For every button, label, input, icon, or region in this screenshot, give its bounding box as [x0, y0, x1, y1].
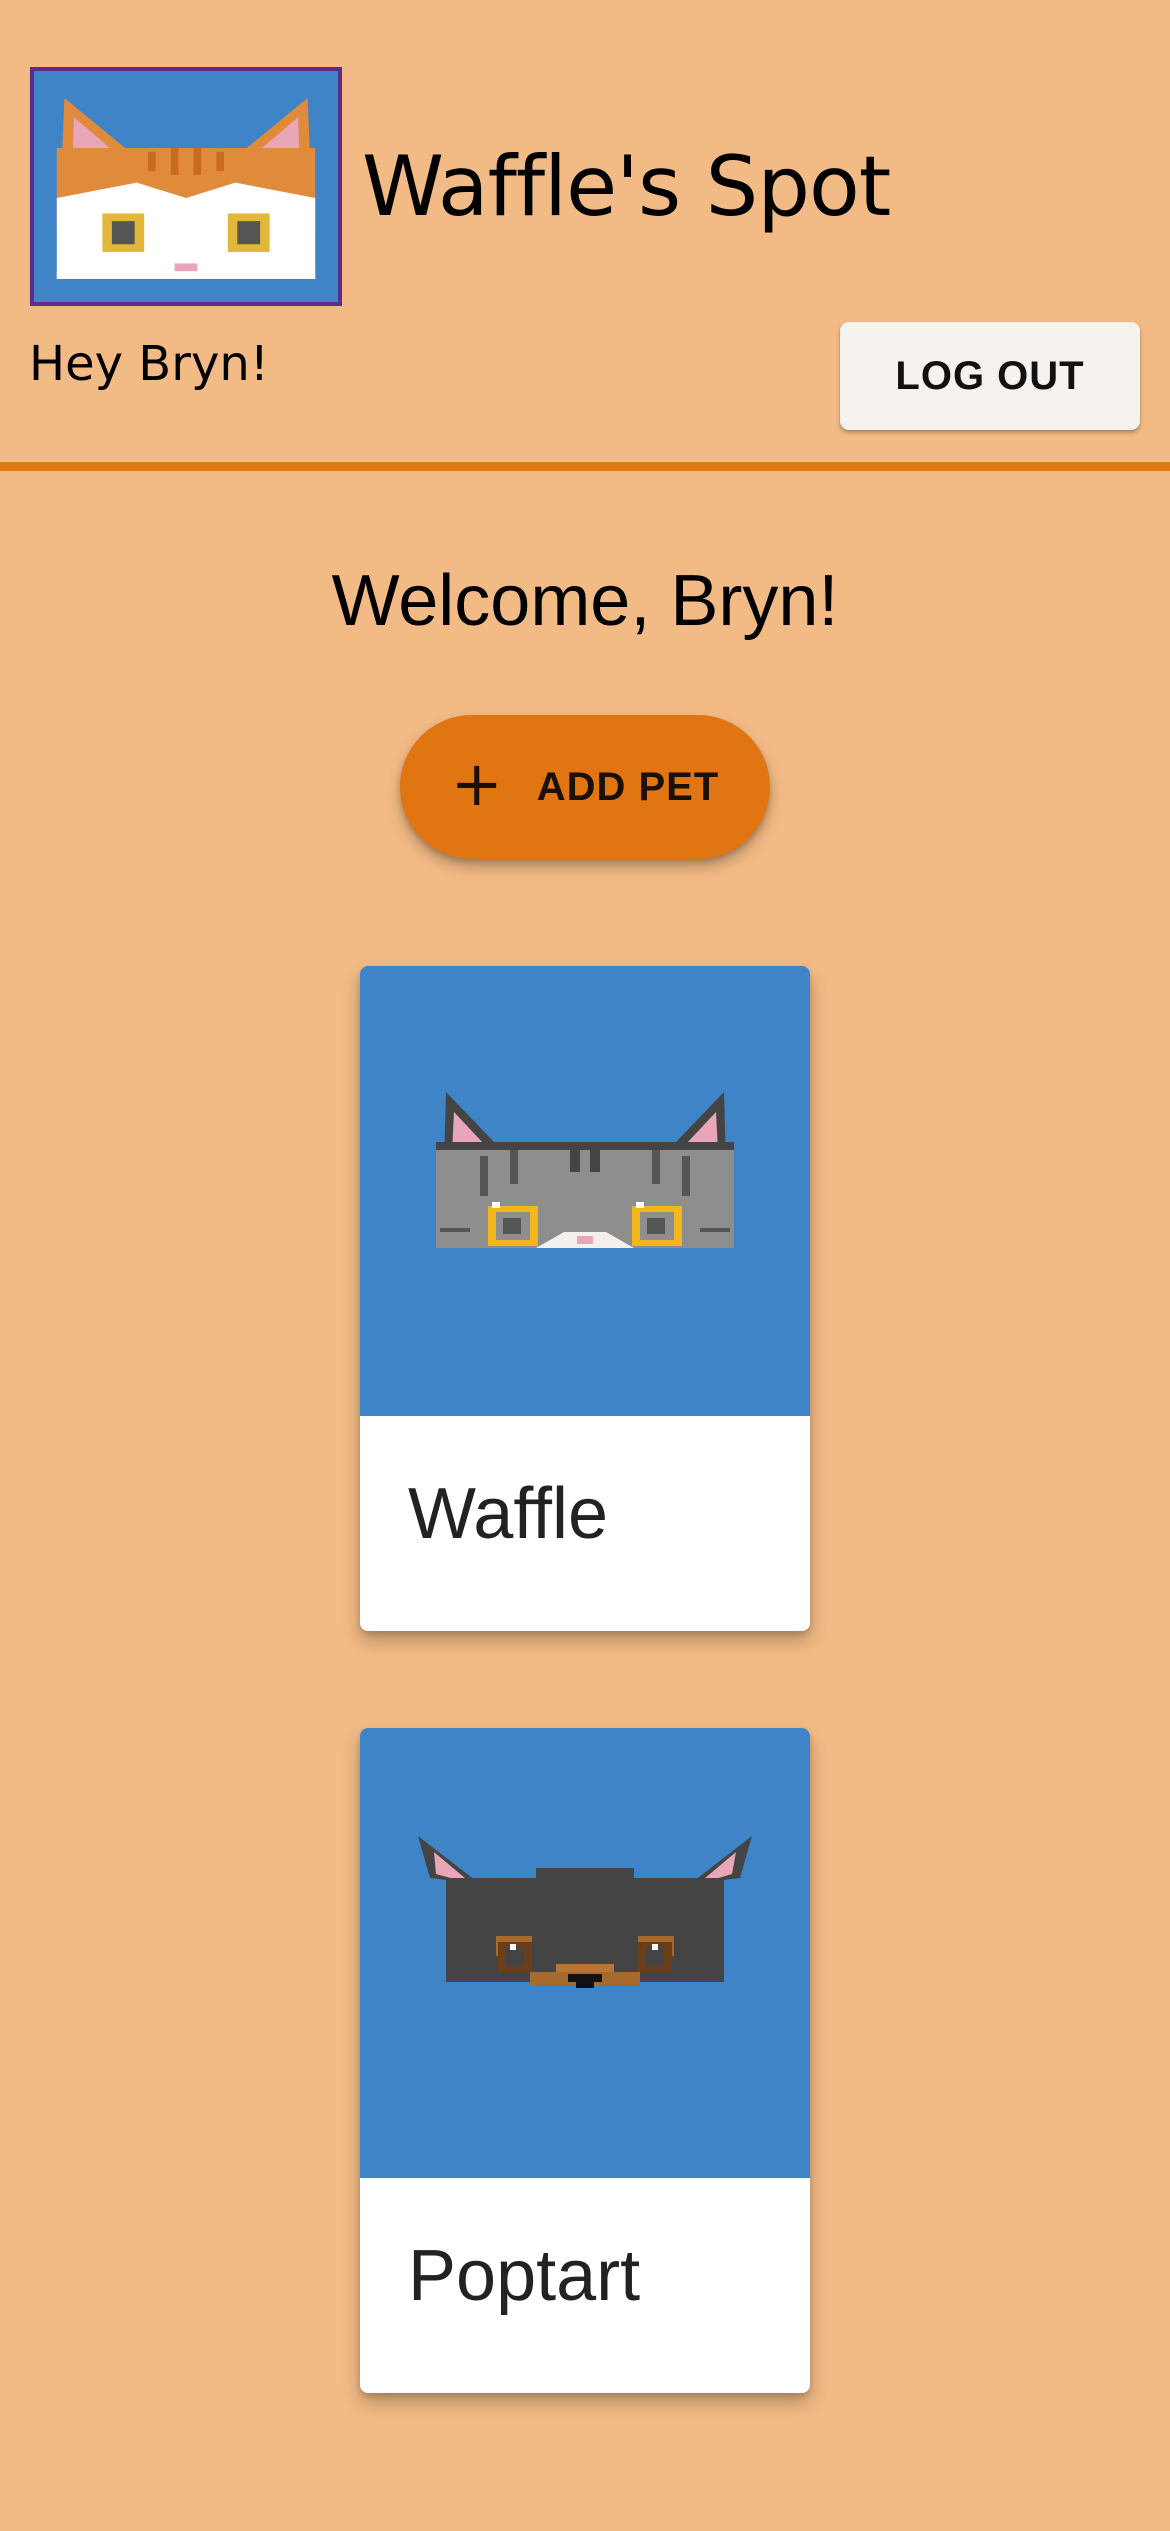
- site-title: Waffle's Spot: [362, 138, 891, 235]
- logout-button[interactable]: LOG OUT: [840, 322, 1140, 430]
- pet-name: Poptart: [408, 2236, 641, 2316]
- page-title: Welcome, Bryn!: [331, 561, 839, 641]
- add-pet-label: ADD PET: [536, 764, 720, 809]
- pet-name: Waffle: [408, 1474, 609, 1554]
- pet-card-poptart[interactable]: Poptart: [360, 1728, 810, 2393]
- pet-card-waffle[interactable]: Waffle: [360, 966, 810, 1631]
- pet-card-media: [360, 966, 810, 1416]
- orange-white-cat-face-icon: [34, 71, 338, 302]
- gray-tabby-cat-face-icon: [436, 1092, 734, 1248]
- user-greeting: Hey Bryn!: [29, 336, 270, 392]
- black-tan-dog-face-icon: [418, 1836, 752, 1988]
- plus-icon: +: [450, 747, 503, 820]
- app-header: Waffle's Spot Hey Bryn! LOG OUT: [0, 0, 1170, 471]
- logo: [30, 67, 342, 306]
- add-pet-button[interactable]: + ADD PET: [400, 715, 770, 859]
- pet-card-media: [360, 1728, 810, 2178]
